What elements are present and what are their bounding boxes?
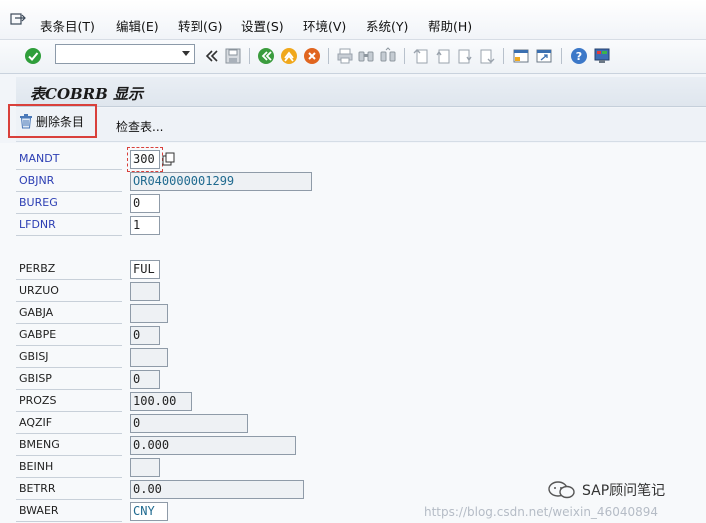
field-row-mandt: MANDT 300: [16, 147, 706, 172]
brand-text: SAP顾问笔记: [582, 483, 666, 499]
menubar: 表条目(T) 编辑(E) 转到(G) 设置(S) 环境(V) 系统(Y) 帮助(…: [0, 0, 706, 40]
menu-item-settings[interactable]: 设置(S): [241, 16, 284, 35]
field-label: LFDNR: [16, 216, 122, 236]
save-icon[interactable]: [224, 47, 242, 65]
copy-icon[interactable]: [162, 152, 176, 166]
double-chevron-left-icon[interactable]: [203, 47, 221, 65]
field-label: MANDT: [16, 150, 122, 170]
field-label: BWAER: [16, 502, 122, 522]
field-row-perbz: PERBZ FUL: [16, 258, 706, 280]
field-label: BETRR: [16, 480, 122, 500]
first-page-icon[interactable]: [412, 47, 430, 65]
help-icon[interactable]: ?: [570, 47, 588, 65]
field-label: GBISP: [16, 370, 122, 390]
application-menu-icon[interactable]: [10, 13, 26, 27]
find-icon[interactable]: [357, 47, 375, 65]
field-label: GABJA: [16, 304, 122, 324]
field-row-bmeng: BMENG 0.000: [16, 434, 706, 456]
toolbar-separator: [503, 48, 504, 64]
field-row-bureg: BUREG 0: [16, 192, 706, 214]
screen-title-bar: 表COBRB 显示: [16, 77, 706, 107]
field-value-input[interactable]: 0: [130, 194, 160, 213]
menu-item-table-entry[interactable]: 表条目(T): [40, 16, 95, 35]
field-label: GABPE: [16, 326, 122, 346]
field-value-input[interactable]: [130, 282, 160, 301]
field-value-input[interactable]: 100.00: [130, 392, 192, 411]
back-icon[interactable]: [257, 47, 275, 65]
field-row-gbisj: GBISJ: [16, 346, 706, 368]
menu-item-system[interactable]: 系统(Y): [366, 16, 408, 35]
check-table-button[interactable]: 检查表...: [116, 118, 163, 135]
trash-icon: [20, 114, 32, 129]
create-session-icon[interactable]: [512, 47, 530, 65]
menu-item-goto[interactable]: 转到(G): [178, 16, 222, 35]
field-label: URZUO: [16, 282, 122, 302]
field-row-aqzif: AQZIF 0: [16, 412, 706, 434]
customize-layout-icon[interactable]: [593, 47, 611, 65]
field-label: GBISJ: [16, 348, 122, 368]
field-row-gbisp: GBISP 0: [16, 368, 706, 390]
field-list: MANDT 300 OBJNR OR040000001299 BUREG 0 L…: [0, 143, 706, 523]
delete-entry-label: 删除条目: [36, 114, 85, 129]
last-page-icon[interactable]: [478, 47, 496, 65]
field-value-input[interactable]: [130, 348, 168, 367]
field-row-gabpe: GABPE 0: [16, 324, 706, 346]
field-row-beinh: BEINH: [16, 456, 706, 478]
field-label: BEINH: [16, 458, 122, 478]
toolbar-separator: [404, 48, 405, 64]
application-toolbar: 删除条目 检查表...: [8, 104, 706, 142]
field-value-input[interactable]: [130, 304, 168, 323]
standard-toolbar: ?: [0, 40, 706, 74]
field-value-input[interactable]: 0: [130, 370, 160, 389]
field-value-input[interactable]: OR040000001299: [130, 172, 312, 191]
enter-check-icon[interactable]: [24, 47, 42, 65]
field-value-input[interactable]: CNY: [130, 502, 168, 521]
field-value-input[interactable]: [130, 458, 160, 477]
svg-text:?: ?: [576, 50, 582, 63]
command-input[interactable]: [56, 45, 174, 63]
field-label: OBJNR: [16, 172, 122, 192]
field-row-gabja: GABJA: [16, 302, 706, 324]
shortcut-icon[interactable]: [535, 47, 553, 65]
menu-item-edit[interactable]: 编辑(E): [116, 16, 159, 35]
field-value-input[interactable]: 0: [130, 414, 248, 433]
field-row-prozs: PROZS 100.00: [16, 390, 706, 412]
field-label: BMENG: [16, 436, 122, 456]
toolbar-separator: [249, 48, 250, 64]
cancel-icon[interactable]: [303, 47, 321, 65]
field-row-objnr: OBJNR OR040000001299: [16, 170, 706, 192]
delete-entry-button[interactable]: 删除条目: [8, 104, 97, 138]
field-label: PROZS: [16, 392, 122, 412]
print-icon[interactable]: [336, 47, 354, 65]
brand-watermark: SAP顾问笔记: [548, 480, 665, 500]
field-value-input[interactable]: 0.000: [130, 436, 296, 455]
field-value-input[interactable]: 1: [130, 216, 160, 235]
field-row-urzuo: URZUO: [16, 280, 706, 302]
field-value-input[interactable]: FUL: [130, 260, 160, 279]
menu-item-environment[interactable]: 环境(V): [303, 16, 346, 35]
exit-icon[interactable]: [280, 47, 298, 65]
wechat-icon: [548, 481, 575, 499]
toolbar-separator: [561, 48, 562, 64]
next-page-icon[interactable]: [456, 47, 474, 65]
field-row-lfdnr: LFDNR 1: [16, 214, 706, 236]
field-label: PERBZ: [16, 260, 122, 280]
field-value-input[interactable]: 0.00: [130, 480, 304, 499]
url-watermark: https://blog.csdn.net/weixin_46040894: [424, 505, 659, 519]
page-title: 表COBRB 显示: [30, 85, 144, 103]
field-value-input[interactable]: 0: [130, 326, 160, 345]
previous-page-icon[interactable]: [434, 47, 452, 65]
menu-item-help[interactable]: 帮助(H): [428, 16, 472, 35]
command-field[interactable]: [55, 44, 195, 64]
command-dropdown-icon[interactable]: [182, 51, 190, 56]
toolbar-separator: [328, 48, 329, 64]
field-value-input[interactable]: 300: [130, 150, 160, 169]
field-label: AQZIF: [16, 414, 122, 434]
field-label: BUREG: [16, 194, 122, 214]
find-next-icon[interactable]: [379, 47, 397, 65]
